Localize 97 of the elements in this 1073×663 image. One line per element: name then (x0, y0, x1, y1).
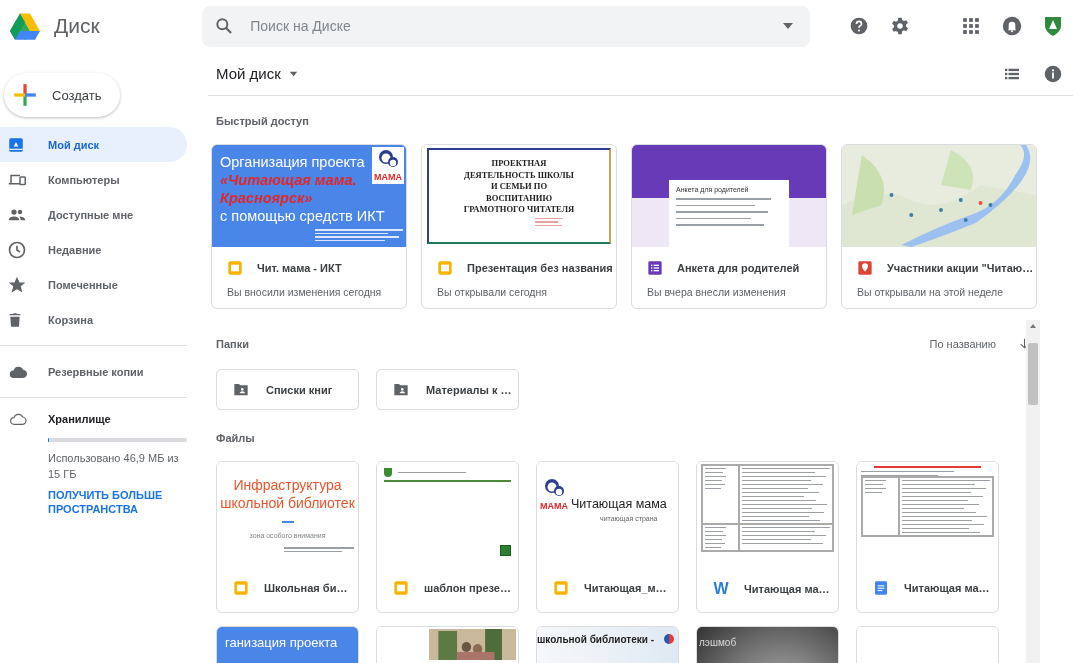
sidebar-item[interactable]: Помеченные (0, 267, 187, 302)
text-lines-drawing (865, 480, 887, 493)
slide-title: Инфраструктура (232, 476, 343, 494)
slide-title: ганизация проекта (225, 635, 338, 650)
storage-label: Хранилище (48, 413, 111, 425)
drive-icon (7, 135, 25, 154)
pin-icon (857, 260, 873, 276)
logo-text: МАМА (374, 173, 402, 182)
file-card[interactable]: школьной библиотеки - (536, 626, 679, 663)
new-button[interactable]: Создать (4, 73, 120, 117)
folder-item[interactable]: Материалы к … (376, 369, 519, 410)
shared-folder-icon (392, 381, 410, 398)
slides-icon (393, 580, 409, 596)
sidebar-item[interactable]: Мой диск (0, 127, 187, 162)
search-bar[interactable]: Поиск на Диске (202, 5, 810, 47)
plus-icon (12, 82, 38, 108)
slides-icon (233, 580, 249, 596)
storage-usage: Использовано 46,9 МБ из 15 ГБ (48, 451, 180, 482)
text-lines-drawing (398, 471, 466, 474)
slide-title: Красноярск» (220, 190, 313, 206)
file-name: Участники акции "Читаю… (887, 262, 1034, 274)
caret-icon (782, 22, 794, 30)
file-name: Чит. мама - ИКТ (257, 262, 342, 274)
slides-icon (553, 580, 569, 596)
file-name: Анкета для родителей (677, 262, 800, 274)
slides-icon (437, 260, 453, 276)
form-icon (647, 260, 663, 276)
file-name: шаблон презе… (424, 582, 511, 594)
sidebar-item[interactable]: Доступные мне (0, 197, 187, 232)
activity-text: Вы открывали на этой неделе (857, 286, 1005, 298)
scrollbar-thumb[interactable] (1028, 343, 1038, 405)
section-title: Файлы (216, 432, 256, 444)
emblem-icon (384, 468, 392, 477)
text-lines-drawing (705, 468, 727, 489)
slide-title: И СЕМЬИ ПО (489, 181, 549, 193)
logo-icon (664, 634, 674, 644)
file-name: Читающая_м… (584, 582, 667, 594)
sort-button[interactable]: По названию (929, 337, 996, 350)
quick-access-card[interactable]: ПРОЕКТНАЯ ДЕЯТЕЛЬНОСТЬ ШКОЛЫ И СЕМЬИ ПО ВОСПИТАНИЮ ГРАМОТНОГО ЧИТАТЕЛЯ Презентация без названия Вы открывали сегодня (421, 144, 617, 309)
slide-title: ВОСПИТАНИЮ (485, 192, 553, 204)
clock-icon (7, 239, 27, 260)
search-field[interactable]: Поиск на Диске (248, 17, 768, 35)
file-card[interactable]: лэшмоб (696, 626, 839, 663)
scroll-up-icon[interactable] (1030, 324, 1036, 328)
activity-text: Вы открывали сегодня (437, 286, 548, 298)
activity-text: Вы вносили изменения сегодня (227, 286, 383, 298)
app-title: Диск (54, 14, 100, 38)
slide-title: ПРОЕКТНАЯ (490, 158, 548, 170)
quick-access-card[interactable]: Участники акции "Читаю… Вы открывали на этой неделе (841, 144, 1037, 309)
slide-title: ДЕЯТЕЛЬНОСТЬ ШКОЛЫ (463, 169, 575, 181)
file-card[interactable]: W Читающая ма… (696, 461, 839, 613)
cloud-outline-icon (7, 411, 29, 427)
file-card[interactable]: шаблон презе… (376, 461, 519, 613)
folder-item[interactable]: Списки книг (216, 369, 359, 410)
file-card[interactable]: Читающая ма… (856, 461, 999, 613)
drive-logo-icon (8, 11, 42, 41)
caret-icon (288, 70, 298, 77)
slide-title: «Читающая мама. (220, 172, 357, 188)
slide-title: с помощью средств ИКТ (220, 208, 385, 224)
section-title: Папки (216, 337, 250, 350)
slides-icon (227, 260, 243, 276)
slide-title: школьной библиотеки - (537, 634, 655, 645)
quick-access-card[interactable]: МАМА Организация проекта «Читающая мама. Красноярск» с помощью средств ИКТ Чит. мама - ИКТ Вы вносили изменения сегодня (211, 144, 407, 309)
breadcrumb-title[interactable]: Мой диск (216, 65, 281, 82)
text-lines-drawing (705, 527, 727, 548)
shared-folder-icon (232, 381, 250, 398)
play-icon (500, 545, 511, 556)
file-name: Презентация без названия (467, 262, 613, 274)
logo-text: МАМА (540, 502, 568, 511)
text-lines-drawing (284, 547, 354, 552)
sidebar-item[interactable]: Корзина (0, 302, 187, 337)
section-title: Быстрый доступ (216, 115, 310, 127)
help-icon (848, 16, 869, 36)
list-view-icon (1003, 66, 1020, 81)
bell-icon (1001, 16, 1022, 36)
slide-title: лэшмоб (699, 637, 737, 648)
upgrade-link[interactable]: ПОЛУЧИТЬ БОЛЬШЕ ПРОСТРАНСТВА (48, 488, 187, 516)
sidebar-item[interactable]: Недавние (0, 232, 187, 267)
sidebar-item[interactable]: Резервные копии (0, 354, 187, 389)
file-card[interactable]: ганизация проекта (216, 626, 359, 663)
file-name: Читающая ма… (744, 583, 830, 595)
settings-icon (889, 16, 910, 36)
search-icon (214, 16, 235, 36)
slide-title: Организация проекта (220, 154, 365, 170)
slide-title: ГРАМОТНОГО ЧИТАТЕЛЯ (462, 204, 576, 216)
word-icon: W (713, 580, 729, 598)
text-lines-drawing (535, 217, 563, 226)
file-name: Школьная би… (264, 582, 348, 594)
sidebar-item[interactable]: Компьютеры (0, 162, 187, 197)
file-name: Читающая ма… (904, 582, 990, 594)
apps-grid-icon (961, 17, 980, 35)
document-icon (873, 580, 889, 596)
slide-title: школьной библиотек (219, 494, 356, 512)
scrollbar[interactable] (1026, 320, 1040, 663)
slide-title: Читающая мама (571, 497, 667, 511)
activity-text: Вы вчера внесли изменения (647, 286, 787, 298)
info-icon (1043, 64, 1062, 83)
